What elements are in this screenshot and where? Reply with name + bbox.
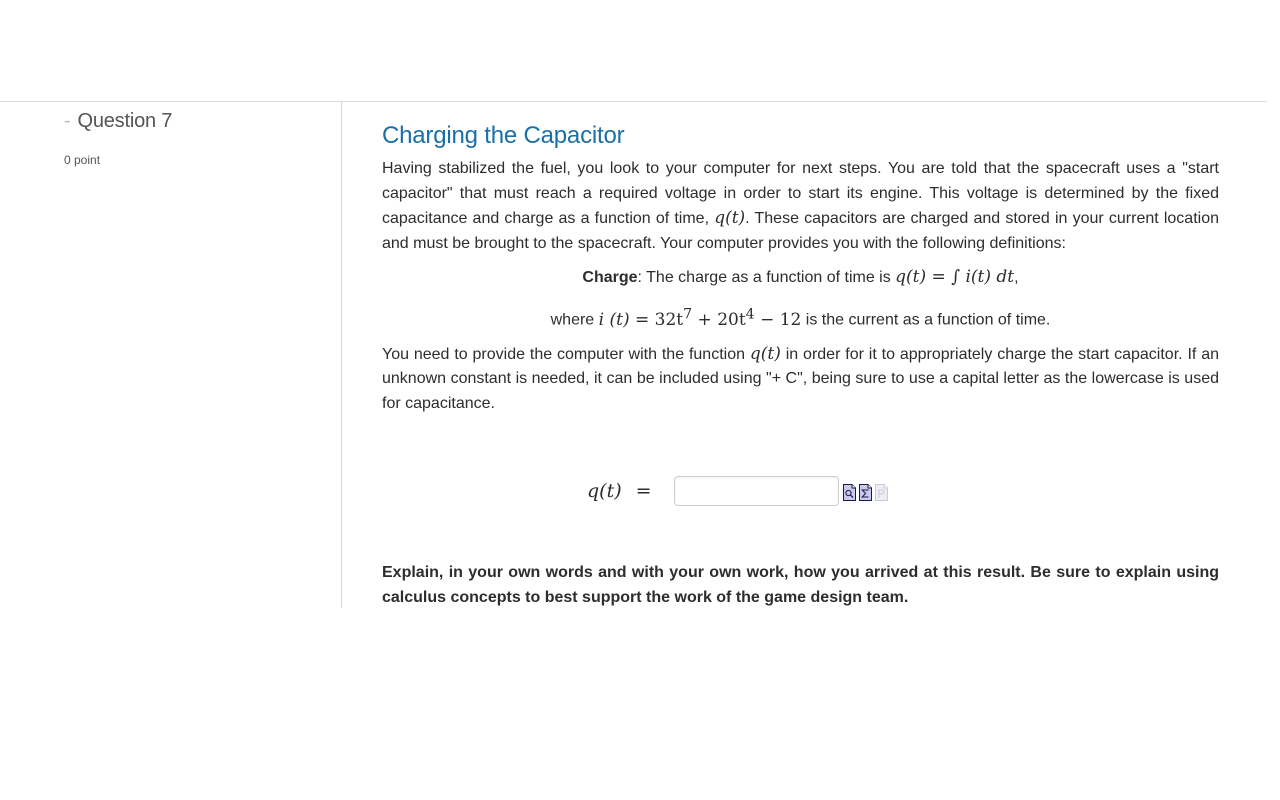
paste-disabled-icon [874,483,888,501]
answer-input[interactable] [673,476,839,506]
definition-text: : The charge as a function of time is [637,269,896,286]
definition-trailing: , [1014,269,1019,286]
answer-label-t: (t) [599,480,622,502]
current-term-c: − 12 [754,309,802,330]
intro-paragraph: Having stabilized the fuel, you look to … [382,157,1219,256]
answer-label-q: q [587,480,600,502]
explain-prompt: Explain, in your own words and with your… [382,564,1219,606]
current-suffix: is the current as a function of time. [801,311,1051,329]
charge-definition: Charge: The charge as a function of time… [382,265,1219,290]
question-number: Question 7 [77,110,173,132]
question-points: 0 point [64,153,101,167]
answer-equals: = [635,480,652,502]
current-formula: i (t) = 32t7 + 20t4 − 12 [598,306,802,330]
current-prefix: where [550,311,599,329]
definition-formula: q(t) = ∫ i(t) dt [895,267,1015,287]
intro-math-q: q(t) [714,208,746,228]
question-sidebar: - Question 7 0 point [0,102,342,608]
collapse-toggle-icon[interactable]: - [64,110,71,132]
instruction-math-q: q(t) [749,343,781,364]
current-term-b: + 20t [692,309,746,330]
equation-editor-icon[interactable] [858,483,872,501]
current-lhs: i (t) = [598,309,655,330]
question-title: Charging the Capacitor [382,122,625,149]
answer-tools [842,483,888,501]
current-exp-a: 7 [683,306,693,322]
instruction-paragraph: You need to provide the computer with th… [382,342,1219,417]
current-definition: where i (t) = 32t7 + 20t4 − 12 is the cu… [382,302,1219,333]
question-header[interactable]: - Question 7 [64,110,172,133]
answer-row: q(t) = [587,476,888,506]
definition-term: Charge [582,269,638,286]
answer-label: q(t) [587,480,622,502]
current-exp-b: 4 [745,306,755,322]
question-body: Charging the Capacitor Having stabilized… [382,119,1219,416]
instruction-text-a: You need to provide the computer with th… [382,345,750,363]
preview-icon[interactable] [842,483,856,501]
current-term-a: 32t [654,309,684,330]
